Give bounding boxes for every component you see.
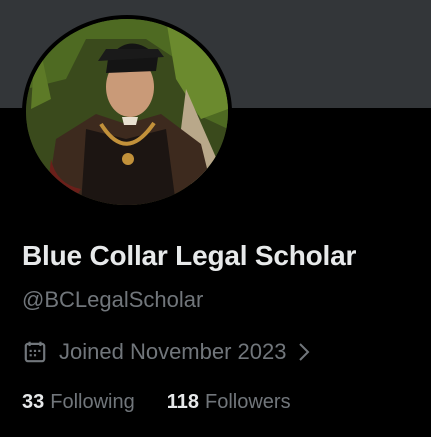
followers-link[interactable]: 118 Followers (167, 391, 291, 414)
follow-stats: 33 Following 118 Followers (22, 391, 291, 414)
joined-date-label: Joined November 2023 (59, 339, 287, 364)
profile-handle: @BCLegalScholar (22, 287, 204, 312)
followers-label: Followers (205, 391, 291, 413)
following-link[interactable]: 33 Following (22, 391, 135, 414)
avatar[interactable] (22, 15, 232, 209)
avatar-portrait (26, 19, 228, 205)
followers-count: 118 (166, 391, 199, 413)
following-label: Following (50, 391, 135, 413)
chevron-right-icon (296, 341, 312, 363)
profile-display-name: Blue Collar Legal Scholar (22, 240, 357, 271)
joined-date[interactable]: Joined November 2023 (22, 337, 312, 367)
following-count: 33 (22, 391, 45, 413)
profile-page: Blue Collar Legal Scholar @BCLegalSchola… (0, 0, 431, 437)
calendar-icon (22, 339, 48, 365)
